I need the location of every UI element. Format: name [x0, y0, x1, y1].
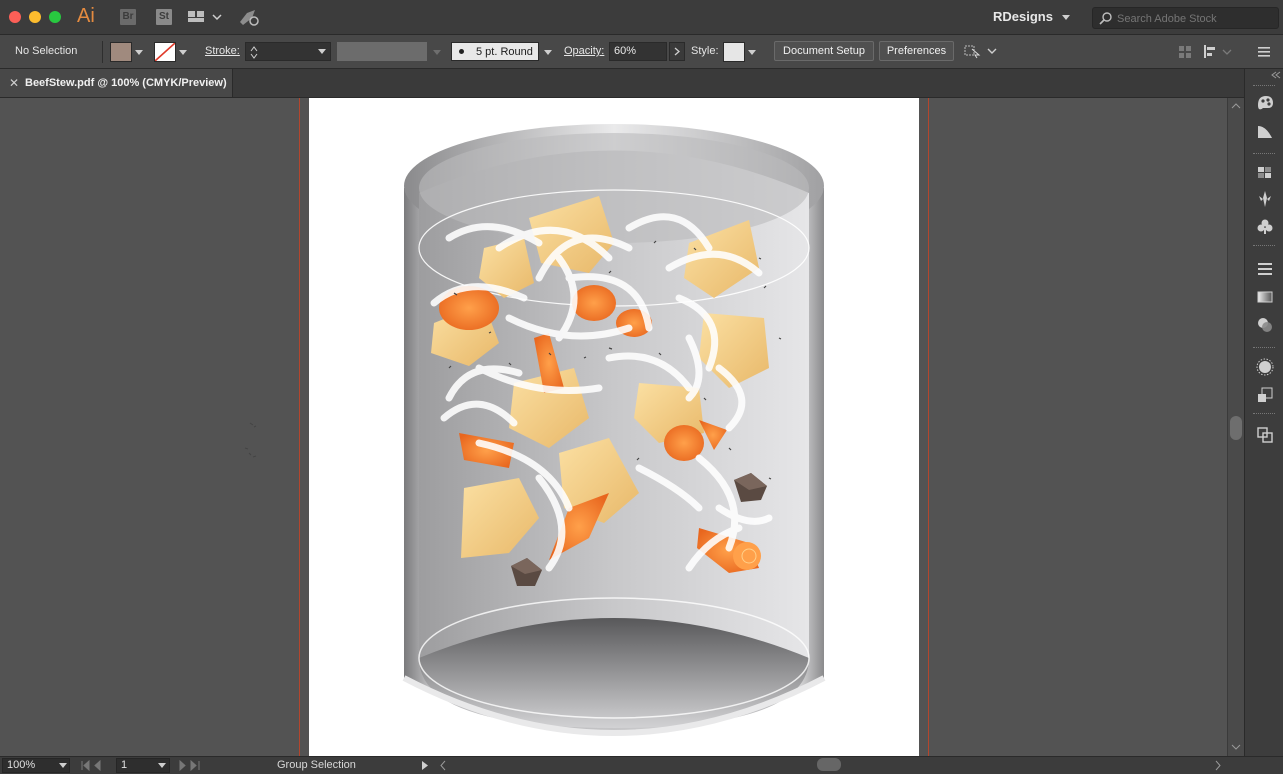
preferences-button[interactable]: Preferences — [879, 41, 954, 61]
stroke-label[interactable]: Stroke: — [205, 45, 240, 57]
scroll-down-icon[interactable] — [1231, 743, 1241, 751]
horizontal-scroll-thumb[interactable] — [817, 758, 841, 771]
next-last-artboard-icons[interactable] — [176, 760, 210, 771]
title-bar: Ai Br St RDesigns — [0, 0, 1283, 35]
document-tab-title: BeefStew.pdf @ 100% (CMYK/Preview) — [25, 77, 227, 89]
current-tool-status: Group Selection — [277, 759, 356, 771]
opacity-slider-button[interactable] — [669, 42, 685, 61]
panel-grip[interactable] — [1253, 413, 1275, 416]
canvas[interactable] — [0, 98, 1227, 756]
align-panel-button[interactable] — [1178, 45, 1192, 62]
brush-definition[interactable]: 5 pt. Round — [451, 42, 539, 61]
panel-menu-button[interactable] — [1256, 44, 1272, 63]
artboard-number: 1 — [121, 759, 128, 771]
chevron-down-icon[interactable] — [59, 763, 67, 768]
style-label: Style: — [691, 45, 719, 57]
control-bar: No Selection Stroke: 5 pt. Round Opacity… — [0, 35, 1283, 69]
round-brush-icon — [459, 49, 464, 54]
gradient-icon[interactable] — [1255, 287, 1275, 307]
chevron-down-icon[interactable] — [748, 50, 756, 55]
gpu-performance-button[interactable] — [237, 7, 261, 30]
color-guide-icon[interactable] — [1255, 93, 1275, 113]
beef-stew-jar-illustration[interactable] — [309, 98, 919, 756]
zoom-value: 100% — [7, 759, 36, 771]
status-bar: 100% 1 Group Selection — [0, 756, 1283, 774]
brush-label: 5 pt. Round — [476, 46, 533, 58]
minimize-window-button[interactable] — [29, 11, 41, 23]
search-input[interactable] — [1115, 10, 1277, 28]
panel-grip[interactable] — [1253, 85, 1275, 88]
vertical-scrollbar[interactable] — [1227, 98, 1244, 756]
bleed-guide-left — [299, 98, 300, 756]
rocket-icon — [240, 10, 259, 26]
stroke-color-swatch[interactable] — [154, 42, 176, 62]
grid-icon — [1179, 46, 1191, 58]
selection-status: No Selection — [15, 45, 78, 57]
align-left-icon — [1204, 45, 1232, 58]
illustrator-app-icon: Ai — [77, 5, 95, 27]
brushes-icon[interactable] — [1255, 189, 1275, 209]
chevron-down-icon[interactable] — [544, 50, 552, 55]
select-similar-button[interactable] — [964, 43, 998, 62]
chevron-down-icon[interactable] — [158, 763, 166, 768]
scroll-left-icon[interactable] — [438, 760, 448, 771]
first-previous-artboard-icons[interactable] — [80, 760, 114, 771]
stroke-weight-field[interactable] — [245, 42, 331, 61]
stock-app-button[interactable]: St — [156, 9, 172, 25]
transform-panel-button[interactable] — [1203, 44, 1233, 63]
arrange-documents-icon — [188, 11, 222, 22]
document-tab[interactable]: ✕ BeefStew.pdf @ 100% (CMYK/Preview) — [0, 69, 233, 97]
close-tab-icon[interactable]: ✕ — [9, 76, 19, 90]
panel-grip[interactable] — [1253, 347, 1275, 350]
fill-color-swatch[interactable] — [110, 42, 132, 62]
panel-grip[interactable] — [1253, 245, 1275, 248]
color-picker-icon[interactable] — [1255, 121, 1275, 141]
symbols-icon[interactable] — [1255, 217, 1275, 237]
zoom-window-button[interactable] — [49, 11, 61, 23]
stepper-icon[interactable] — [249, 45, 259, 59]
stock-search[interactable] — [1092, 7, 1279, 29]
appearance-icon[interactable] — [1255, 357, 1275, 377]
collapse-panels-icon[interactable] — [1271, 71, 1281, 79]
status-menu-arrow-icon[interactable] — [420, 760, 430, 771]
scroll-up-icon[interactable] — [1231, 102, 1241, 110]
select-similar-icon — [964, 45, 997, 59]
menu-icon — [1258, 47, 1270, 57]
opacity-field[interactable]: 60% — [609, 42, 667, 61]
artboard[interactable] — [309, 98, 919, 756]
document-setup-button[interactable]: Document Setup — [774, 41, 874, 61]
stroke-panel-icon[interactable] — [1255, 259, 1275, 279]
graphic-style-swatch[interactable] — [723, 42, 745, 62]
document-tab-bar: ✕ BeefStew.pdf @ 100% (CMYK/Preview) — [0, 69, 1244, 98]
chevron-down-icon[interactable] — [179, 50, 187, 55]
chevron-down-icon[interactable] — [135, 50, 143, 55]
layers-icon[interactable] — [1255, 425, 1275, 445]
scroll-right-icon[interactable] — [1213, 760, 1223, 771]
bridge-app-button[interactable]: Br — [120, 9, 136, 25]
chevron-down-icon — [1062, 15, 1070, 20]
arrange-documents-button[interactable] — [188, 10, 224, 27]
search-icon — [1099, 12, 1112, 25]
divider — [102, 41, 103, 63]
panel-dock — [1244, 69, 1283, 756]
stray-specks — [244, 422, 257, 458]
vertical-scroll-thumb[interactable] — [1230, 416, 1242, 440]
no-stroke-icon — [155, 43, 175, 61]
opacity-label[interactable]: Opacity: — [564, 45, 604, 57]
panel-grip[interactable] — [1253, 153, 1275, 156]
graphic-styles-icon[interactable] — [1255, 385, 1275, 405]
transparency-icon[interactable] — [1255, 315, 1275, 335]
swatches-icon[interactable] — [1255, 163, 1275, 183]
close-window-button[interactable] — [9, 11, 21, 23]
chevron-right-icon — [674, 47, 680, 56]
opacity-value: 60% — [614, 45, 637, 57]
bleed-guide-right — [928, 98, 929, 756]
workspace-switcher[interactable]: RDesigns — [993, 9, 1053, 24]
variable-width-profile[interactable] — [337, 42, 427, 61]
chevron-down-icon[interactable] — [318, 49, 326, 54]
chevron-down-icon — [433, 50, 441, 55]
